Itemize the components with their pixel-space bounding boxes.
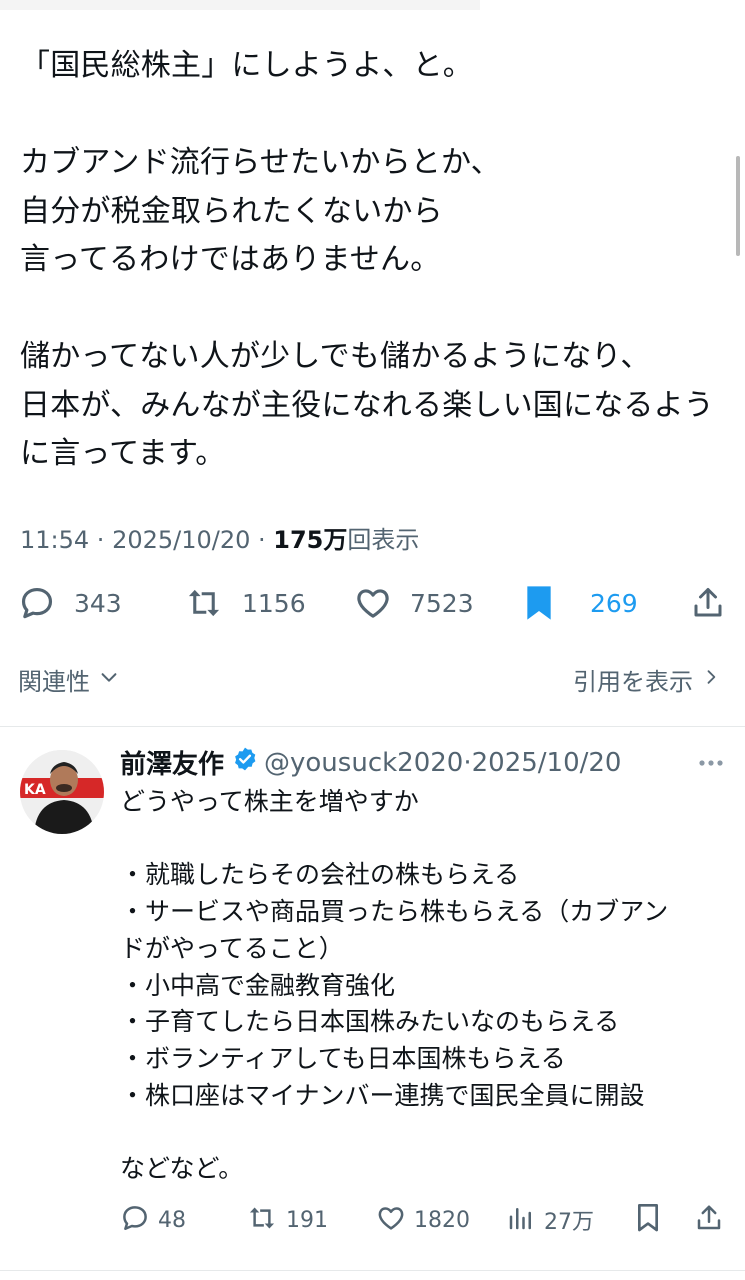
related-label: 関連性: [18, 668, 90, 696]
reply-text: どうやって株主を増やすか ・就職したらその会社の株もらえる ・サービスや商品買っ…: [120, 784, 720, 1188]
tweet-time[interactable]: 11:54: [20, 526, 89, 554]
view-quotes-link[interactable]: 引用を表示: [573, 662, 721, 697]
share-icon: [690, 584, 726, 622]
bookmark-icon: [634, 1202, 662, 1238]
reply-reply-button[interactable]: 48: [120, 1198, 186, 1242]
reply-icon: [18, 584, 56, 622]
reply-views-button[interactable]: 27万: [506, 1198, 594, 1242]
reply-author-handle[interactable]: @yousuck2020: [264, 748, 463, 778]
reply-line: ・株口座はマイナンバー連携で国民全員に開設: [120, 1080, 645, 1110]
reply-icon: [120, 1203, 150, 1237]
reply-line: ドがやってること）: [120, 933, 344, 963]
reply-share-button[interactable]: [694, 1198, 724, 1242]
view-quotes-label: 引用を表示: [573, 668, 693, 696]
bookmark-count: 269: [590, 588, 638, 618]
reply-author-name[interactable]: 前澤友作: [120, 744, 224, 781]
like-icon: [354, 584, 392, 622]
repost-count: 1156: [242, 588, 306, 618]
verified-icon: [232, 746, 258, 779]
reply-like-count: 1820: [414, 1207, 470, 1233]
reply-blank-line: [120, 821, 720, 858]
reply-blank-line: [120, 1114, 720, 1151]
bookmark-button[interactable]: 269: [524, 580, 638, 626]
reply-repost-count: 191: [286, 1207, 328, 1233]
main-tweet-text: 「国民総株主」にしようよ、と。 カブアンド流行らせたいからとか、 自分が税金取ら…: [20, 42, 732, 479]
like-count: 7523: [410, 588, 474, 618]
meta-separator: ·: [89, 526, 113, 554]
share-button[interactable]: [690, 580, 726, 626]
reply-header: 前澤友作 @yousuck2020 · 2025/10/20: [120, 744, 621, 781]
reply-bookmark-button[interactable]: [634, 1198, 662, 1242]
chevron-down-icon: [90, 666, 120, 694]
reply-action-bar: 48 191 1820 27万: [0, 1198, 745, 1242]
reply-line: ・就職したらその会社の株もらえる: [120, 860, 520, 890]
reply-line: ・小中高で金融教育強化: [120, 970, 396, 1000]
chevron-right-icon: [693, 666, 721, 694]
reply-repost-button[interactable]: 191: [246, 1198, 328, 1242]
repost-icon: [184, 584, 224, 622]
bottom-divider: [0, 1270, 745, 1271]
reply-line: などなど。: [120, 1154, 244, 1183]
views-label: 回表示: [347, 526, 420, 554]
tweet-line: 自分が税金取られたくないから: [20, 193, 443, 229]
like-icon: [376, 1203, 406, 1237]
reply-date[interactable]: 2025/10/20: [472, 748, 622, 778]
repost-icon: [246, 1203, 278, 1237]
views-icon: [506, 1203, 536, 1237]
reply-line: どうやって株主を増やすか: [120, 787, 419, 816]
tweet-action-bar: 343 1156 7523 269: [0, 580, 745, 626]
scrollbar-thumb[interactable]: [736, 156, 740, 256]
section-divider: [0, 726, 745, 727]
reply-button[interactable]: 343: [18, 580, 122, 626]
top-scroll-remnant: [0, 0, 480, 10]
more-options-button[interactable]: [697, 752, 725, 778]
related-sort-button[interactable]: 関連性: [18, 662, 120, 697]
more-icon: [697, 759, 725, 778]
reply-line: ・ボランティアしても日本国株もらえる: [120, 1043, 566, 1073]
tweet-line: カブアンド流行らせたいからとか、: [20, 145, 501, 180]
bookmark-icon: [524, 583, 554, 623]
tweet-line: に言ってます。: [20, 436, 226, 471]
views-count: 175万: [273, 526, 348, 554]
reply-line: ・子育てしたら日本国株みたいなのもらえる: [120, 1007, 620, 1037]
tweet-date[interactable]: 2025/10/20: [112, 526, 250, 554]
reply-views-count: 27万: [544, 1210, 594, 1235]
meta-separator: ·: [463, 747, 472, 778]
like-button[interactable]: 7523: [354, 580, 474, 626]
share-icon: [694, 1203, 724, 1237]
avatar[interactable]: KA: [20, 750, 104, 834]
reply-like-button[interactable]: 1820: [376, 1198, 470, 1242]
reply-count: 343: [74, 588, 122, 618]
avatar-badge-text: KA: [24, 782, 46, 798]
tweet-line: 儲かってない人が少しでも儲かるようになり、: [20, 339, 651, 374]
tweet-line: 「国民総株主」にしようよ、と。: [20, 48, 473, 83]
tweet-meta: 11:54 · 2025/10/20 · 175万回表示: [20, 520, 419, 555]
tweet-line: 言ってるわけではありません。: [20, 242, 441, 277]
reply-reply-count: 48: [158, 1207, 186, 1233]
reply-line: ・サービスや商品買ったら株もらえる（カブアン: [120, 897, 669, 927]
repost-button[interactable]: 1156: [184, 580, 306, 626]
tweet-line: 日本が、みんなが主役になれる楽しい国になるよう: [20, 387, 714, 423]
meta-separator: ·: [250, 526, 274, 554]
